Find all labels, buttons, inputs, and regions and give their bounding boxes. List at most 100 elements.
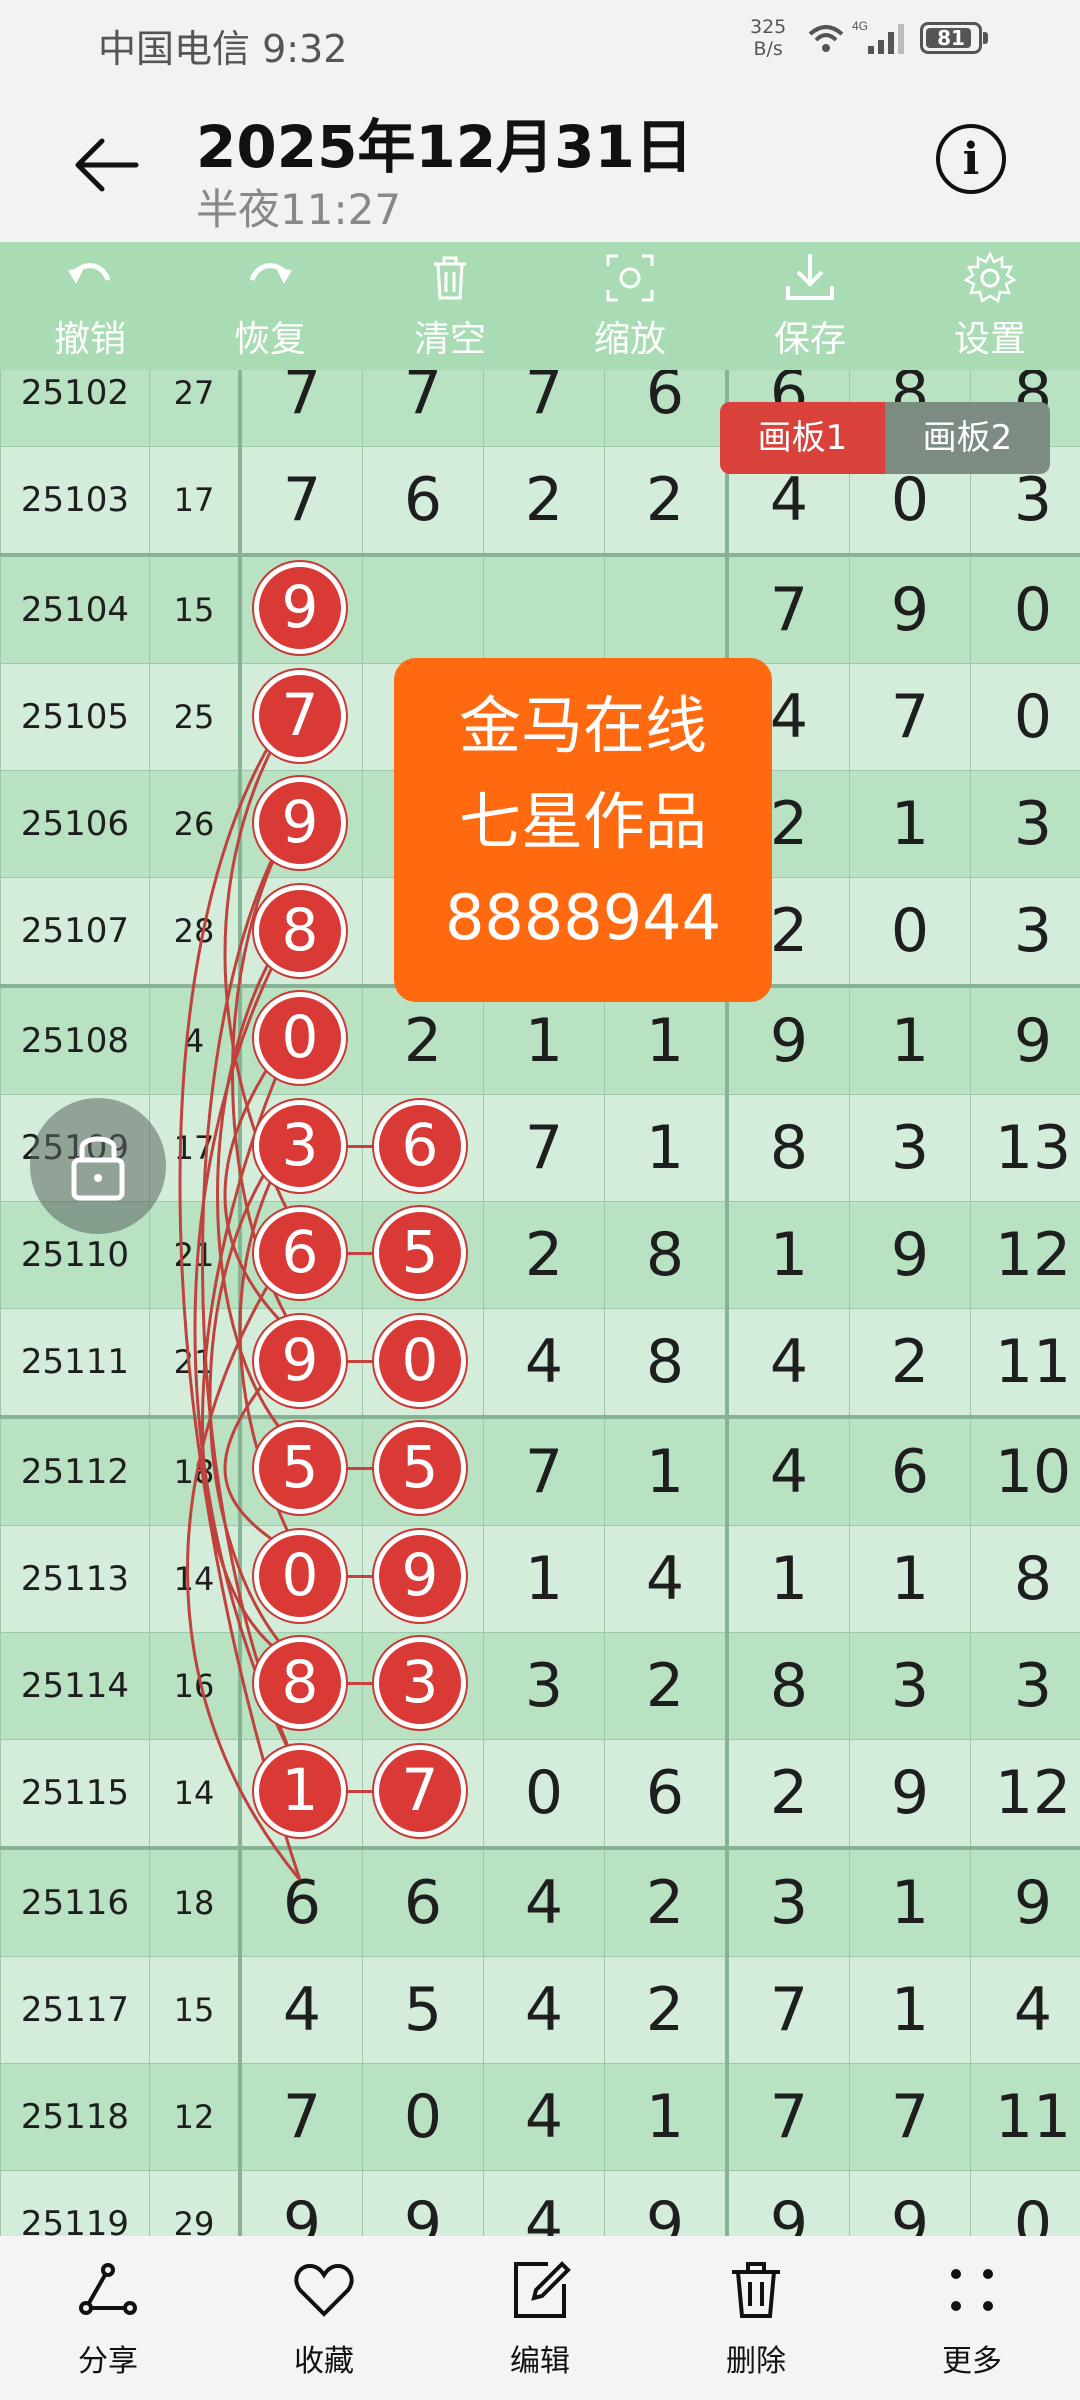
digit-cell[interactable]: 7 [849,2063,971,2171]
digit-cell[interactable]: 6 [362,1846,484,1957]
digit-cell[interactable]: 1 [849,1525,971,1633]
digit-cell[interactable]: 9 [849,1201,971,1309]
digit-cell[interactable]: 8 [970,1525,1080,1633]
digit-cell[interactable]: 3 [970,1632,1080,1740]
more-button[interactable]: 更多 [864,2236,1080,2400]
digit-cell[interactable]: 7 [239,2063,363,2171]
digit-cell[interactable]: 7 [849,663,971,771]
favorite-button[interactable]: 收藏 [216,2236,432,2400]
digit-cell[interactable]: 4 [483,1956,605,2064]
digit-cell[interactable]: 2 [604,446,729,556]
ball-marker[interactable]: 5 [374,1207,466,1300]
ball-marker[interactable]: 7 [254,669,346,762]
digit-cell[interactable]: 7 [726,553,850,664]
digit-cell[interactable]: 10 [970,1415,1080,1526]
digit-cell[interactable]: 7 [483,1094,605,1202]
ball-marker[interactable]: 7 [374,1744,466,1837]
digit-cell[interactable]: 6 [239,1846,363,1957]
digit-cell[interactable]: 12 [970,1201,1080,1309]
ball-marker[interactable]: 0 [254,1529,346,1622]
digit-cell[interactable]: 8 [604,1308,729,1418]
digit-cell[interactable]: 9 [970,984,1080,1095]
digit-cell[interactable]: 7 [483,1415,605,1526]
digit-cell[interactable] [362,553,484,664]
digit-cell[interactable]: 2 [604,1956,729,2064]
back-arrow-icon[interactable] [66,125,146,205]
digit-cell[interactable]: 0 [970,553,1080,664]
digit-cell[interactable] [604,553,729,664]
digit-cell[interactable]: 11 [970,1308,1080,1418]
ball-marker[interactable]: 1 [254,1744,346,1837]
digit-cell[interactable]: 1 [849,1956,971,2064]
digit-cell[interactable]: 9 [970,1846,1080,1957]
ball-marker[interactable]: 9 [254,562,346,655]
ball-marker[interactable]: 9 [374,1529,466,1622]
digit-cell[interactable]: 9 [849,553,971,664]
lock-button[interactable] [30,1098,166,1234]
ball-marker[interactable]: 6 [374,1099,466,1192]
save-button[interactable]: 保存 [720,242,900,370]
digit-cell[interactable]: 1 [483,984,605,1095]
digit-cell[interactable]: 1 [726,1201,850,1309]
digit-cell[interactable]: 6 [362,446,484,556]
digit-cell[interactable]: 2 [849,1308,971,1418]
digit-cell[interactable]: 0 [483,1739,605,1849]
share-button[interactable]: 分享 [0,2236,216,2400]
board-tab-1[interactable]: 画板1 [720,402,885,474]
digit-cell[interactable]: 12 [970,1739,1080,1849]
digit-cell[interactable]: 4 [483,1846,605,1957]
digit-cell[interactable]: 1 [726,1525,850,1633]
digit-cell[interactable]: 4 [604,1525,729,1633]
ball-marker[interactable]: 5 [254,1422,346,1515]
digit-cell[interactable]: 1 [483,1525,605,1633]
board-tab-2[interactable]: 画板2 [885,402,1050,474]
delete-button[interactable]: 删除 [648,2236,864,2400]
digit-cell[interactable]: 2 [483,1201,605,1309]
digit-cell[interactable]: 6 [849,1415,971,1526]
zoom-button[interactable]: 缩放 [540,242,720,370]
digit-cell[interactable]: 2 [726,1739,850,1849]
digit-cell[interactable]: 1 [604,984,729,1095]
digit-cell[interactable]: 3 [726,1846,850,1957]
digit-cell[interactable]: 1 [849,984,971,1095]
digit-cell[interactable] [483,553,605,664]
clear-button[interactable]: 清空 [360,242,540,370]
digit-cell[interactable]: 7 [239,446,363,556]
ball-marker[interactable]: 0 [374,1314,466,1407]
digit-cell[interactable]: 2 [362,984,484,1095]
digit-cell[interactable]: 3 [849,1094,971,1202]
ball-marker[interactable]: 3 [374,1637,466,1730]
info-button[interactable]: i [936,124,1006,194]
digit-cell[interactable]: 4 [483,2063,605,2171]
edit-button[interactable]: 编辑 [432,2236,648,2400]
digit-cell[interactable]: 3 [483,1632,605,1740]
ball-marker[interactable]: 8 [254,884,346,977]
ball-marker[interactable]: 8 [254,1637,346,1730]
digit-cell[interactable]: 9 [849,1739,971,1849]
redo-button[interactable]: 恢复 [180,242,360,370]
digit-cell[interactable]: 8 [726,1632,850,1740]
ball-marker[interactable]: 9 [254,777,346,870]
digit-cell[interactable]: 11 [970,2063,1080,2171]
ball-marker[interactable]: 6 [254,1207,346,1300]
digit-cell[interactable]: 2 [483,446,605,556]
digit-cell[interactable]: 0 [970,663,1080,771]
digit-cell[interactable]: 0 [362,2063,484,2171]
digit-cell[interactable]: 5 [362,1956,484,2064]
digit-cell[interactable]: 1 [604,2063,729,2171]
ball-marker[interactable]: 9 [254,1314,346,1407]
digit-cell[interactable]: 8 [604,1201,729,1309]
digit-cell[interactable]: 4 [239,1956,363,2064]
digit-cell[interactable]: 2 [604,1632,729,1740]
digit-cell[interactable]: 13 [970,1094,1080,1202]
digit-cell[interactable]: 0 [849,877,971,987]
digit-cell[interactable]: 8 [726,1094,850,1202]
digit-cell[interactable]: 3 [970,770,1080,878]
digit-cell[interactable]: 9 [726,984,850,1095]
digit-cell[interactable]: 1 [849,1846,971,1957]
digit-cell[interactable]: 7 [726,1956,850,2064]
ball-marker[interactable]: 5 [374,1422,466,1515]
digit-cell[interactable]: 4 [970,1956,1080,2064]
digit-cell[interactable]: 4 [483,1308,605,1418]
ball-marker[interactable]: 3 [254,1099,346,1192]
